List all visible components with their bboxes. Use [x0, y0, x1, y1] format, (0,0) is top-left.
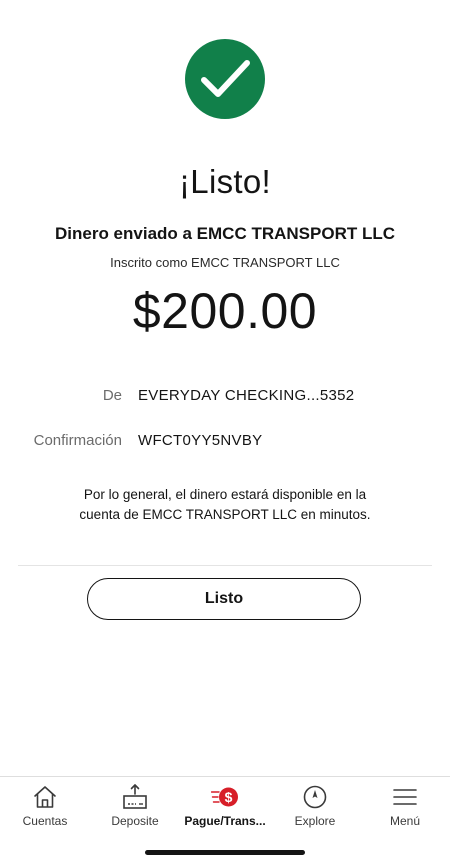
page-title: ¡Listo! [179, 163, 271, 200]
confirmation-row: Confirmación WFCT0YY5NVBY [0, 432, 450, 452]
menu-icon [391, 783, 419, 811]
tab-pay-transfer[interactable]: $ Pague/Trans... [180, 777, 270, 837]
tab-label: Explore [294, 814, 336, 828]
availability-notice: Por lo general, el dinero estará disponi… [60, 485, 390, 525]
from-account-value: EVERYDAY CHECKING...5352 [138, 387, 355, 404]
divider [18, 565, 432, 566]
recipient-enrolled-as: Inscrito como EMCC TRANSPORT LLC [110, 255, 340, 270]
payment-confirmation-screen: ¡Listo! Dinero enviado a EMCC TRANSPORT … [0, 0, 450, 864]
from-account-row: De EVERYDAY CHECKING...5352 [0, 387, 450, 407]
tab-explore[interactable]: Explore [270, 777, 360, 837]
deposit-icon [121, 783, 149, 811]
tab-label: Deposite [111, 814, 159, 828]
success-check-icon [185, 39, 265, 119]
recipient-heading: Dinero enviado a EMCC TRANSPORT LLC [54, 224, 396, 243]
transfer-amount: $200.00 [132, 283, 318, 339]
done-button[interactable]: Listo [87, 578, 361, 620]
home-icon [31, 783, 59, 811]
availability-notice-line: Por lo general, el dinero estará disponi… [83, 487, 367, 502]
home-indicator[interactable] [145, 850, 305, 855]
tab-label: Cuentas [22, 814, 68, 828]
tab-deposit[interactable]: Deposite [90, 777, 180, 837]
from-label: De [102, 387, 122, 404]
pay-transfer-icon: $ [210, 783, 239, 811]
tab-menu[interactable]: Menú [360, 777, 450, 837]
tab-label: Pague/Trans... [184, 814, 266, 828]
tab-label: Menú [389, 814, 421, 828]
svg-text:$: $ [225, 789, 233, 805]
confirmation-number: WFCT0YY5NVBY [138, 432, 263, 449]
confirmation-label: Confirmación [33, 432, 122, 449]
compass-icon [301, 783, 329, 811]
availability-notice-line: cuenta de EMCC TRANSPORT LLC en minutos. [79, 507, 371, 522]
tab-accounts[interactable]: Cuentas [0, 777, 90, 837]
